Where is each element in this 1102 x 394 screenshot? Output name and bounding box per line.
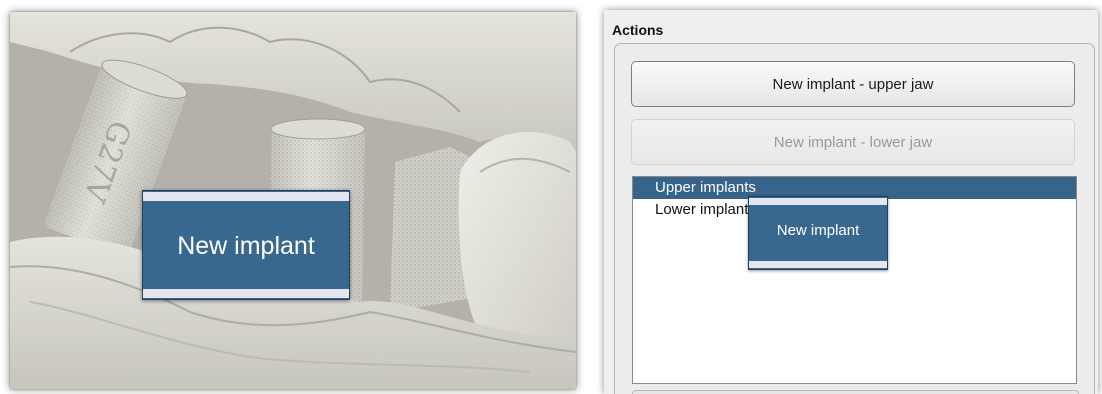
screenshot-canvas: G27V New implant Actions New implant - u… <box>0 0 1102 394</box>
scan-viewport[interactable]: G27V New implant <box>10 12 576 389</box>
drag-tile-small-label: New implant <box>776 222 860 239</box>
tile-bottom-strip <box>143 289 349 298</box>
actions-panel: Actions New implant - upper jaw New impl… <box>604 10 1098 394</box>
tile-top-strip <box>143 192 349 201</box>
panel-bottom-edge <box>632 390 1079 394</box>
new-implant-drag-tile-small[interactable]: New implant <box>748 196 888 270</box>
new-implant-lower-jaw-button[interactable]: New implant - lower jaw <box>631 119 1075 165</box>
drag-tile-label: New implant <box>177 232 315 260</box>
tile-bottom-strip <box>749 261 887 268</box>
tile-top-strip <box>749 198 887 205</box>
new-implant-drag-tile[interactable]: New implant <box>142 190 350 300</box>
new-implant-upper-jaw-button[interactable]: New implant - upper jaw <box>631 61 1075 107</box>
panel-title: Actions <box>612 22 664 38</box>
